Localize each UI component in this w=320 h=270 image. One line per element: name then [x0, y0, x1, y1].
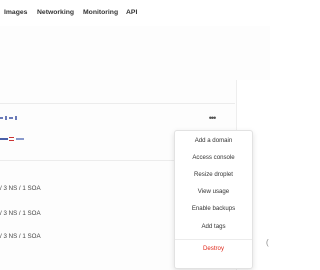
- menu-item-add-domain[interactable]: Add a domain: [175, 134, 252, 148]
- dns-records-summary: / 3 NS / 1 SOA: [0, 210, 41, 217]
- top-navigation: Images Networking Monitoring API: [0, 0, 270, 26]
- dns-records-summary: / 3 NS / 1 SOA: [0, 233, 41, 240]
- nav-item-images[interactable]: Images: [4, 9, 27, 16]
- menu-item-view-usage[interactable]: View usage: [175, 185, 252, 199]
- menu-item-resize-droplet[interactable]: Resize droplet: [175, 168, 252, 182]
- distribution-icon: [0, 116, 26, 122]
- nav-item-networking[interactable]: Networking: [37, 9, 74, 16]
- partial-edge-glyph: (: [266, 238, 269, 247]
- nav-item-api[interactable]: API: [126, 9, 137, 16]
- droplet-actions-menu: Add a domain Access console Resize dropl…: [174, 130, 253, 269]
- nav-item-monitoring[interactable]: Monitoring: [83, 9, 118, 16]
- menu-item-access-console[interactable]: Access console: [175, 151, 252, 165]
- menu-item-add-tags[interactable]: Add tags: [175, 220, 252, 234]
- dns-records-summary: / 3 NS / 1 SOA: [0, 185, 41, 192]
- menu-divider: [175, 239, 252, 240]
- more-options-button[interactable]: •••: [205, 114, 219, 123]
- menu-item-destroy[interactable]: Destroy: [175, 242, 252, 256]
- row-divider: [0, 103, 235, 104]
- region-flag-icon: [0, 137, 26, 143]
- menu-item-enable-backups[interactable]: Enable backups: [175, 202, 252, 216]
